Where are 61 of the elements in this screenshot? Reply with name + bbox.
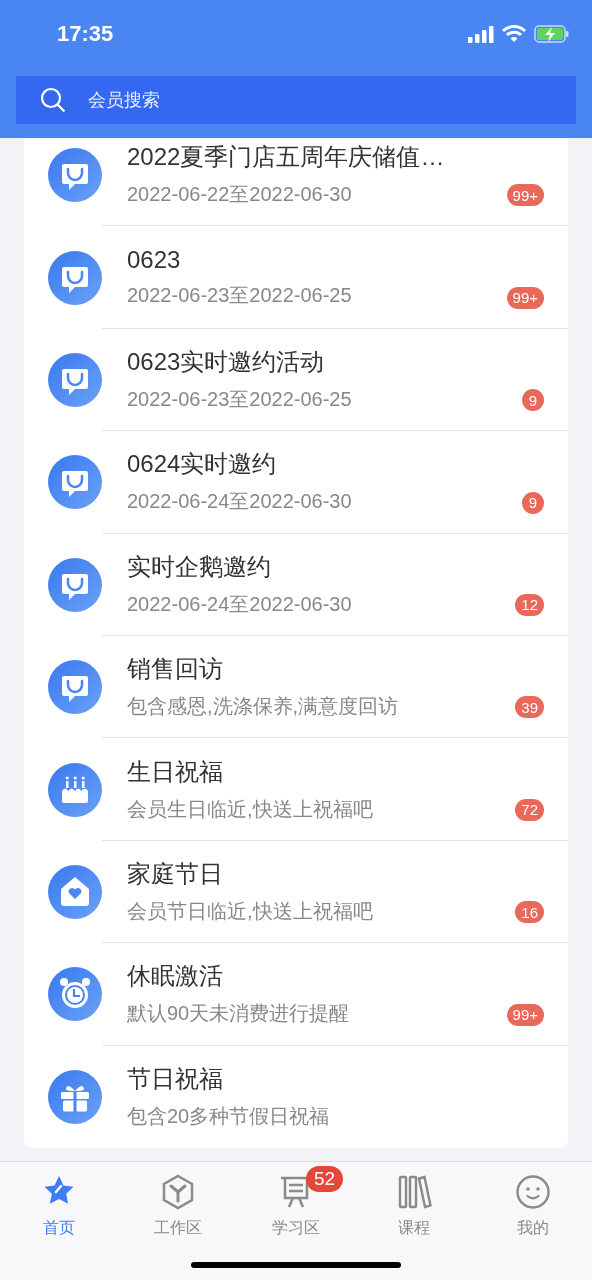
house-icon [48, 864, 102, 919]
bag-icon [48, 148, 102, 203]
item-title: 0623实时邀约活动 [127, 346, 325, 377]
count-badge: 39 [515, 696, 544, 719]
item-title: 休眠激活 [127, 961, 223, 992]
item-subtitle: 2022-06-23至2022-06-25 [127, 282, 352, 308]
item-subtitle: 2022-06-22至2022-06-30 [127, 182, 352, 208]
search-field[interactable]: 会员搜索 [16, 76, 576, 124]
battery-icon [534, 25, 570, 43]
search-placeholder: 会员搜索 [88, 89, 160, 112]
item-title: 0623 [127, 245, 181, 274]
list-item[interactable]: 0623实时邀约活动 2022-06-23至2022-06-25 9 [24, 328, 568, 432]
list-item[interactable]: 休眠激活 默认90天未消费进行提醒 99+ [24, 943, 568, 1046]
item-subtitle: 默认90天未消费进行提醒 [127, 1001, 350, 1027]
signal-icon [468, 25, 494, 43]
count-badge: 9 [522, 389, 544, 412]
list-item[interactable]: 生日祝福 会员生日临近,快送上祝福吧 72 [24, 738, 568, 841]
item-subtitle: 会员节日临近,快送上祝福吧 [127, 898, 373, 924]
bag-icon [48, 352, 102, 407]
bag-icon [48, 455, 102, 510]
item-title: 节日祝福 [127, 1064, 223, 1095]
count-badge: 16 [515, 901, 544, 924]
item-title: 实时企鹅邀约 [127, 551, 271, 582]
cake-icon [48, 762, 102, 817]
list-item[interactable]: 节日祝福 包含20多种节假日祝福 [24, 1045, 568, 1148]
tab-item[interactable]: 学习区 52 [236, 1164, 356, 1239]
item-title: 销售回访 [127, 654, 223, 685]
tab-item[interactable]: 首页 [0, 1164, 119, 1239]
count-badge: 99+ [506, 184, 544, 207]
list-item[interactable]: 销售回访 包含感恩,洗涤保养,满意度回访 39 [24, 635, 568, 739]
item-subtitle: 会员生日临近,快送上祝福吧 [127, 796, 373, 822]
books-icon [396, 1174, 433, 1210]
count-badge: 9 [522, 491, 544, 514]
item-title: 0624实时邀约 [127, 449, 277, 480]
bag-icon [48, 660, 102, 715]
item-subtitle: 2022-06-24至2022-06-30 [127, 591, 352, 617]
status-time: 17:35 [57, 21, 114, 47]
gift-icon [48, 1069, 102, 1124]
item-subtitle: 2022-06-23至2022-06-25 [127, 386, 352, 412]
item-subtitle: 包含20多种节假日祝福 [127, 1104, 330, 1130]
list-item[interactable]: 2022夏季门店五周年庆储值… 2022-06-22至2022-06-30 99+ [24, 138, 568, 227]
item-subtitle: 包含感恩,洗涤保养,满意度回访 [127, 694, 399, 720]
count-badge: 99+ [506, 286, 544, 309]
wifi-icon [502, 25, 526, 43]
smiley-icon [514, 1174, 551, 1210]
list-item[interactable]: 实时企鹅邀约 2022-06-24至2022-06-30 12 [24, 533, 568, 636]
count-badge: 52 [306, 1166, 344, 1192]
list-item[interactable]: 0623 2022-06-23至2022-06-25 99+ [24, 226, 568, 329]
count-badge: 12 [515, 593, 544, 616]
item-title: 生日祝福 [127, 756, 223, 787]
search-icon [40, 87, 66, 113]
list-item[interactable]: 0624实时邀约 2022-06-24至2022-06-30 9 [24, 431, 568, 534]
item-title: 家庭节日 [127, 858, 223, 889]
list-item[interactable]: 家庭节日 会员节日临近,快送上祝福吧 16 [24, 840, 568, 944]
count-badge: 72 [515, 798, 544, 821]
item-subtitle: 2022-06-24至2022-06-30 [127, 489, 352, 515]
item-title: 2022夏季门店五周年庆储值… [127, 142, 445, 173]
count-badge: 99+ [506, 1003, 544, 1026]
bag-icon [48, 557, 102, 612]
bag-icon [48, 250, 102, 305]
alarm-clock-icon [48, 967, 102, 1022]
